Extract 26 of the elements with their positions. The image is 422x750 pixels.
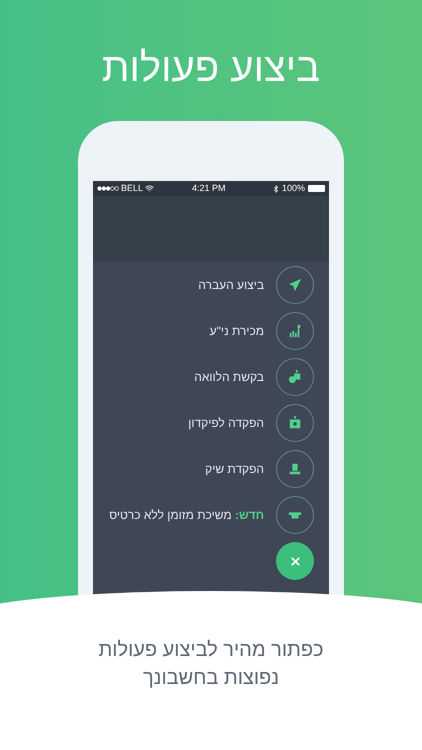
action-label[interactable]: בקשת הלוואה (194, 368, 264, 386)
action-button[interactable] (276, 450, 314, 488)
action-label[interactable]: הפקדת שיק (205, 460, 264, 478)
paper-plane-icon (288, 278, 302, 292)
close-button[interactable] (276, 542, 314, 580)
safe-icon (288, 416, 302, 430)
action-button[interactable] (276, 496, 314, 534)
clock: 4:21 PM (192, 182, 226, 195)
action-button[interactable] (276, 404, 314, 442)
caption: כפתור מהיר לביצוע פעולות נפוצות בחשבונך (97, 638, 325, 691)
action-label[interactable]: מכירת ני"ע (210, 322, 264, 340)
close-icon (288, 554, 302, 568)
action-label[interactable]: ביצוע העברה (198, 276, 264, 294)
headline: ביצוע פעולות (102, 45, 320, 92)
bluetooth-icon (272, 184, 280, 192)
action-button[interactable] (276, 266, 314, 304)
wifi-icon (145, 184, 154, 193)
action-label[interactable]: הפקדה לפיקדון (188, 414, 264, 432)
action-button[interactable] (276, 358, 314, 396)
cheque-icon (288, 462, 302, 476)
action-button[interactable] (276, 312, 314, 350)
signal-icon (97, 186, 119, 191)
action-label[interactable]: חדש: משיכת מזומן ללא כרטיס (109, 506, 264, 524)
bar-chart-icon (288, 324, 302, 338)
carrier: BELL (121, 182, 144, 195)
battery-percent: 100% (282, 182, 305, 195)
